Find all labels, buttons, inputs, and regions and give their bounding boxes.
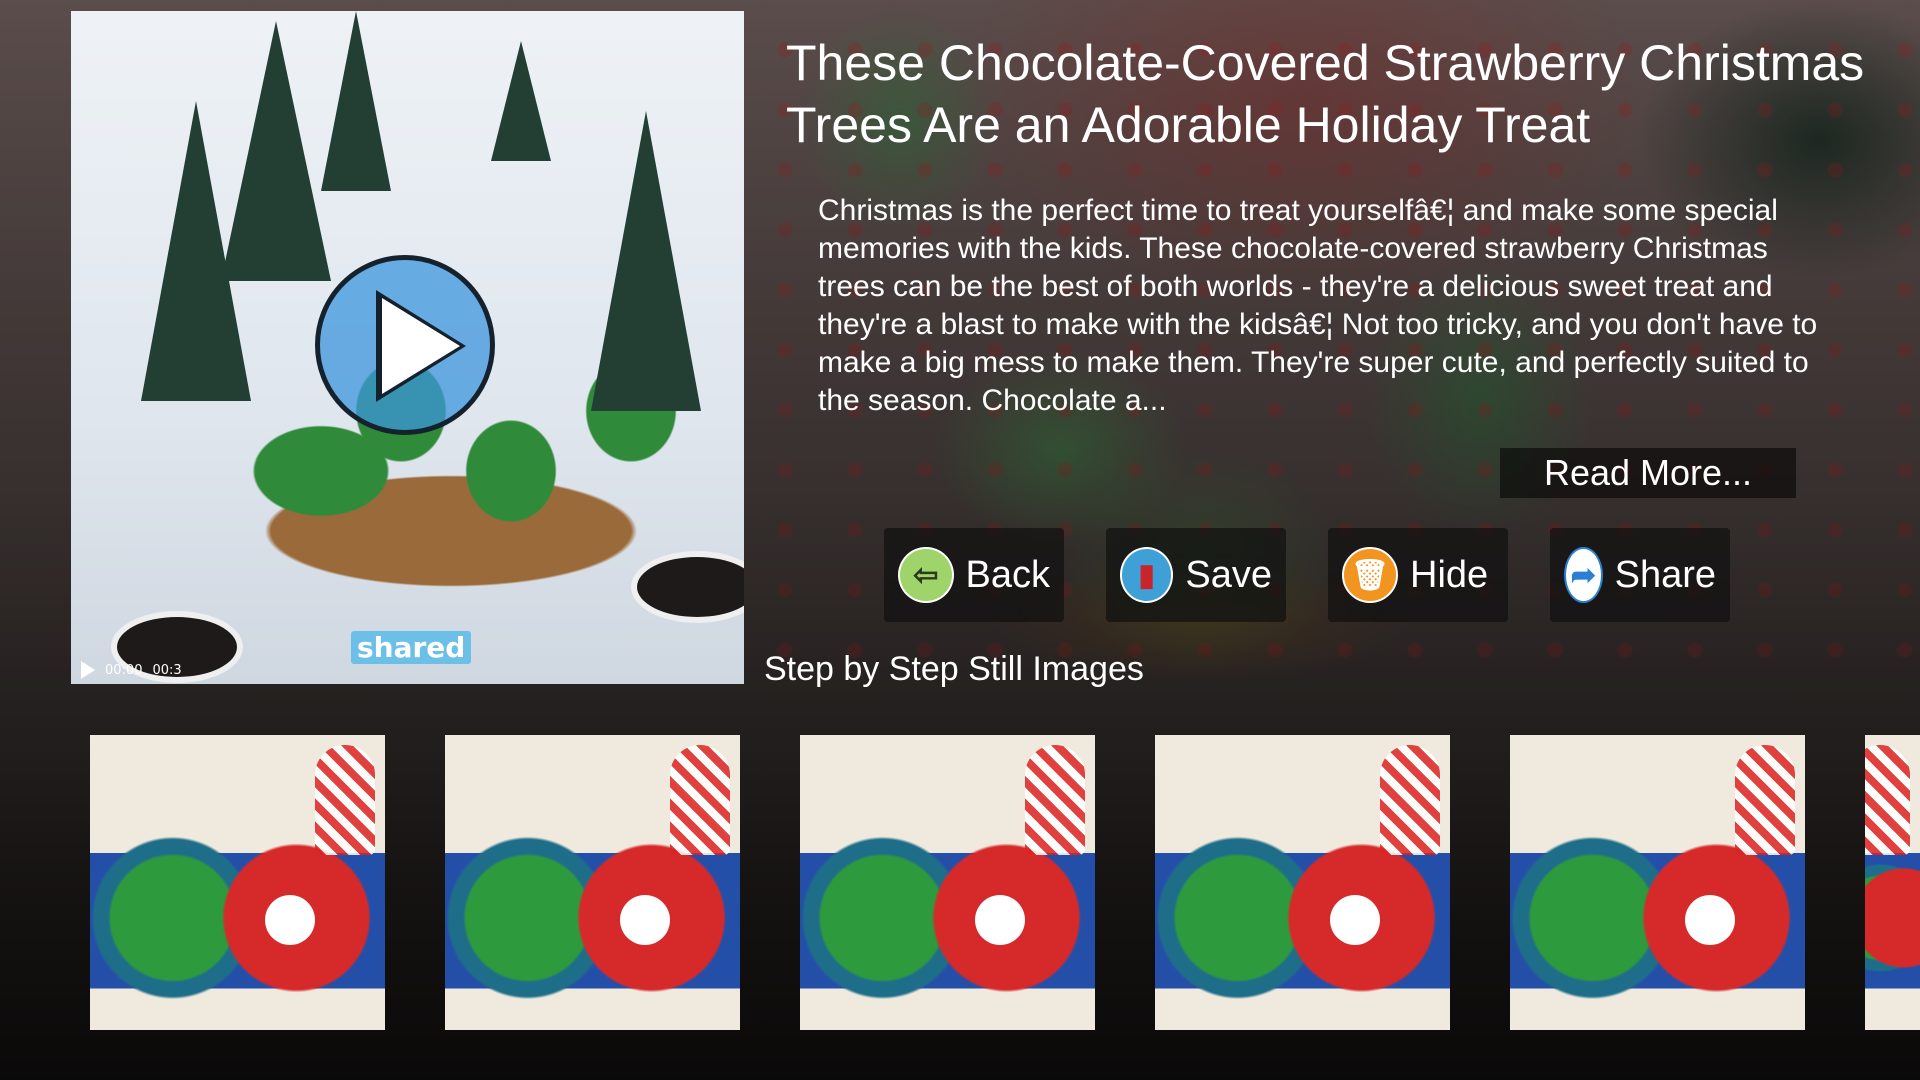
trash-can-icon: 🗑 (1342, 547, 1398, 603)
share-button-label: Share (1614, 553, 1716, 596)
tree-decoration (221, 21, 331, 281)
save-button-label: Save (1185, 553, 1272, 596)
play-button[interactable] (315, 255, 495, 435)
play-icon (382, 298, 460, 394)
tree-decoration (321, 11, 391, 191)
hide-button[interactable]: 🗑 Hide (1328, 528, 1508, 622)
step-thumbnail[interactable] (445, 735, 740, 1030)
video-controls: 00:00 00:3 (81, 661, 182, 679)
step-thumbnail[interactable] (1155, 735, 1450, 1030)
cookie-in-hand (1685, 895, 1735, 945)
cookie-decoration (631, 551, 744, 623)
video-current-time: 00:00 (105, 662, 143, 678)
cookie-in-hand (975, 895, 1025, 945)
cookie-in-hand (265, 895, 315, 945)
save-book-icon: ▮ (1120, 547, 1174, 603)
steps-heading: Step by Step Still Images (764, 650, 1144, 688)
share-arrow-icon: ➦ (1564, 547, 1603, 603)
cookie-in-hand (1330, 895, 1380, 945)
cookie-in-hand (620, 895, 670, 945)
video-watermark: shared (351, 631, 472, 664)
step-thumbnail[interactable] (1865, 735, 1920, 1030)
recipe-title: These Chocolate-Covered Strawberry Chris… (786, 35, 1865, 153)
mini-play-icon[interactable] (81, 661, 95, 679)
back-button-label: Back (965, 553, 1050, 596)
back-button[interactable]: ⇦ Back (884, 528, 1064, 622)
read-more-button[interactable]: Read More... (1500, 448, 1796, 498)
step-thumbnail[interactable] (800, 735, 1095, 1030)
tree-decoration (591, 111, 701, 411)
recipe-description: Christmas is the perfect time to treat y… (818, 194, 1818, 417)
save-button[interactable]: ▮ Save (1106, 528, 1286, 622)
step-thumbnail[interactable] (1510, 735, 1805, 1030)
video-duration: 00:3 (152, 662, 182, 678)
tree-decoration (491, 41, 551, 161)
back-arrow-icon: ⇦ (898, 547, 954, 603)
recipe-video-player[interactable]: shared 00:00 00:3 (71, 11, 744, 684)
hide-button-label: Hide (1410, 553, 1489, 596)
share-button[interactable]: ➦ Share (1550, 528, 1730, 622)
step-thumbnail[interactable] (90, 735, 385, 1030)
